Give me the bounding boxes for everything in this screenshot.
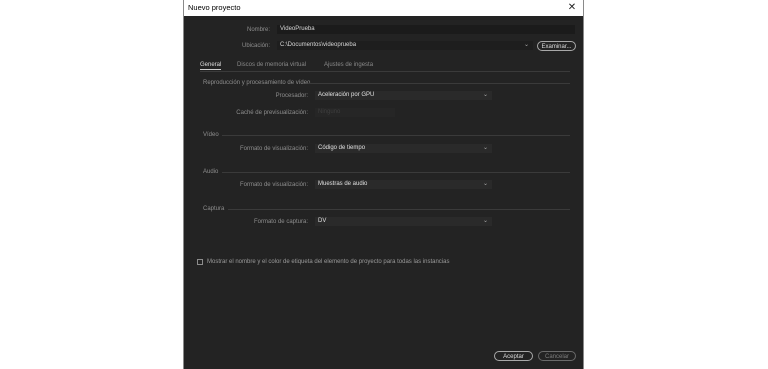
chevron-down-icon: ⌄	[482, 181, 488, 187]
chevron-down-icon: ⌄	[482, 92, 488, 98]
name-input[interactable]: VideoPrueba	[277, 25, 575, 34]
audio-display-format-select[interactable]: Muestras de audio ⌄	[315, 180, 492, 189]
browse-button[interactable]: Examinar...	[537, 41, 576, 51]
capture-format-value: DV	[318, 218, 327, 224]
capture-format-label: Formato de captura:	[253, 219, 308, 225]
close-icon[interactable]: ✕	[565, 0, 579, 16]
section-divider	[228, 209, 570, 210]
cache-label: Caché de previsualización:	[236, 110, 308, 116]
section-title-video: Vídeo	[203, 132, 219, 138]
cache-value: Ninguno	[318, 109, 341, 115]
cache-select: Ninguno	[315, 108, 395, 117]
chevron-down-icon: ⌄	[482, 218, 488, 224]
tab-ingest-settings[interactable]: Ajustes de ingesta	[324, 62, 373, 68]
show-label-color-text: Mostrar el nombre y el color de etiqueta…	[207, 259, 450, 265]
tab-label: General	[200, 62, 222, 68]
video-display-format-select[interactable]: Código de tiempo ⌄	[315, 144, 492, 153]
processor-value: Aceleración por GPU	[318, 92, 375, 98]
active-tab-underline	[200, 69, 222, 70]
video-display-format-label: Formato de visualización:	[239, 146, 308, 152]
location-select[interactable]: C:\Documentos\videoprueba ⌄	[277, 41, 533, 50]
section-divider	[222, 135, 570, 136]
title-bar: Nuevo proyecto ✕	[184, 0, 583, 16]
tab-general[interactable]: General	[200, 62, 222, 70]
section-title-render: Reproducción y procesamiento de vídeo	[203, 80, 311, 86]
audio-display-format-value: Muestras de audio	[318, 181, 368, 187]
section-title-capture: Captura	[203, 206, 225, 212]
dialog-title: Nuevo proyecto	[188, 3, 241, 12]
section-divider	[222, 172, 570, 173]
show-label-color-checkbox[interactable]	[197, 259, 203, 265]
location-label: Ubicación:	[241, 43, 270, 49]
chevron-down-icon: ⌄	[482, 145, 488, 151]
accept-button[interactable]: Aceptar	[494, 351, 533, 361]
audio-display-format-label: Formato de visualización:	[239, 182, 308, 188]
new-project-dialog: Nuevo proyecto ✕ Nombre: VideoPrueba Ubi…	[183, 0, 584, 369]
processor-label: Procesador:	[275, 93, 308, 99]
processor-select[interactable]: Aceleración por GPU ⌄	[315, 91, 492, 100]
tab-scratch-disks[interactable]: Discos de memoria virtual	[237, 62, 306, 68]
chevron-down-icon: ⌄	[523, 42, 529, 48]
name-label: Nombre:	[246, 27, 270, 33]
capture-format-select[interactable]: DV ⌄	[315, 217, 492, 226]
location-value: C:\Documentos\videoprueba	[280, 42, 357, 48]
video-display-format-value: Código de tiempo	[318, 145, 366, 151]
section-title-audio: Audio	[203, 169, 219, 175]
section-divider	[308, 83, 570, 84]
cancel-button[interactable]: Cancelar	[538, 351, 576, 361]
tabs-divider	[200, 71, 570, 72]
